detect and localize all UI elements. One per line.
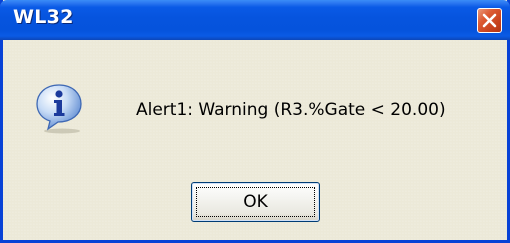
information-icon	[34, 82, 84, 134]
title-bar[interactable]: WL32	[0, 0, 510, 40]
window-title: WL32	[13, 6, 74, 28]
ok-button-label: OK	[243, 192, 268, 212]
dialog-body: Alert1: Warning (R3.%Gate < 20.00) OK	[3, 40, 507, 240]
close-icon	[482, 13, 497, 28]
alert-message: Alert1: Warning (R3.%Gate < 20.00)	[136, 100, 446, 120]
alert-dialog-window: WL32 Alert1: Warning (R3.%Gate < 20.00) …	[0, 0, 510, 243]
close-button[interactable]	[477, 8, 502, 33]
ok-button[interactable]: OK	[191, 182, 320, 222]
